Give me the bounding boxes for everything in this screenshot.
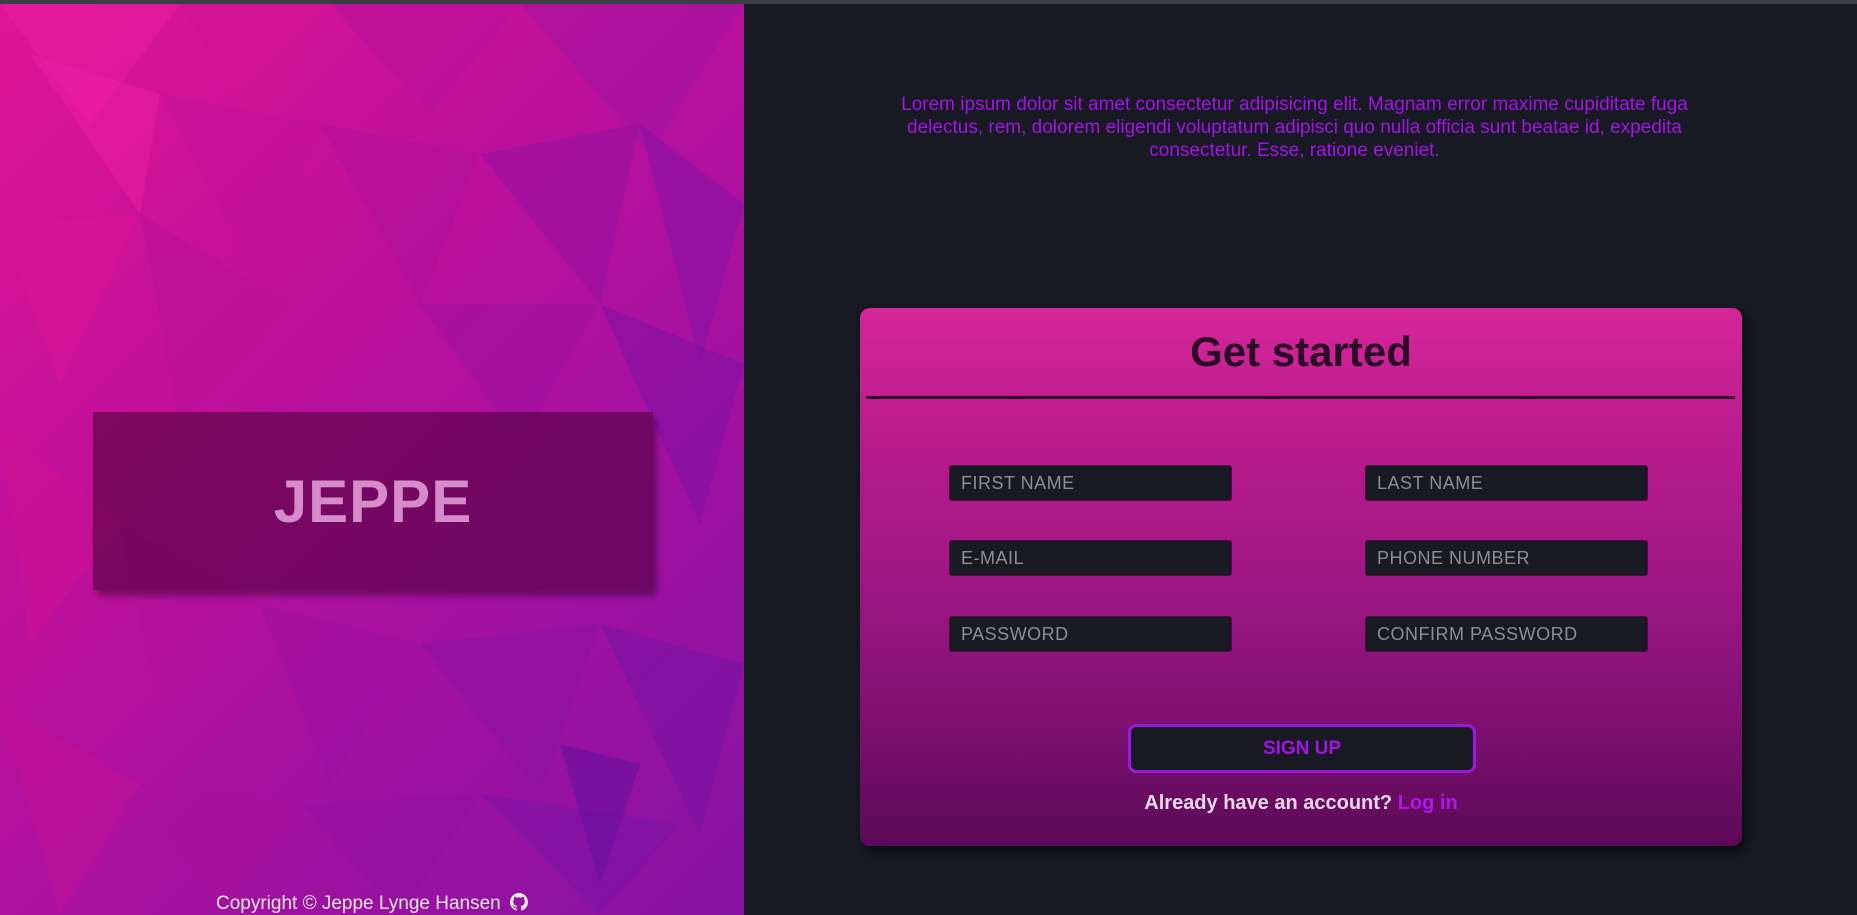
hero-panel: JEPPE Copyright © Jeppe Lynge Hansen — [0, 4, 744, 915]
login-link[interactable]: Log in — [1398, 792, 1458, 814]
last-name-input[interactable] — [1365, 465, 1648, 501]
brand-title: JEPPE — [273, 467, 473, 535]
password-input[interactable] — [949, 616, 1232, 652]
confirm-password-input[interactable] — [1365, 616, 1648, 652]
github-icon[interactable] — [510, 893, 529, 911]
brand-box: JEPPE — [93, 412, 653, 590]
first-name-input[interactable] — [949, 465, 1232, 501]
card-title: Get started — [1190, 328, 1412, 375]
account-prompt-text: Already have an account? — [1144, 792, 1393, 814]
card-divider — [866, 396, 1735, 399]
sign-up-button[interactable]: SIGN UP — [1128, 724, 1476, 773]
signup-card: Get started SIGN UP Already have an acco… — [860, 308, 1742, 846]
email-input[interactable] — [949, 540, 1232, 576]
phone-input[interactable] — [1365, 540, 1648, 576]
login-prompt: Already have an account? Log in — [860, 792, 1742, 815]
intro-text: Lorem ipsum dolor sit amet consectetur a… — [901, 94, 1688, 161]
copyright-text: Copyright © Jeppe Lynge Hansen — [215, 893, 501, 914]
copyright-footer: Copyright © Jeppe Lynge Hansen — [0, 893, 744, 915]
form-panel: Lorem ipsum dolor sit amet consectetur a… — [744, 4, 1857, 915]
